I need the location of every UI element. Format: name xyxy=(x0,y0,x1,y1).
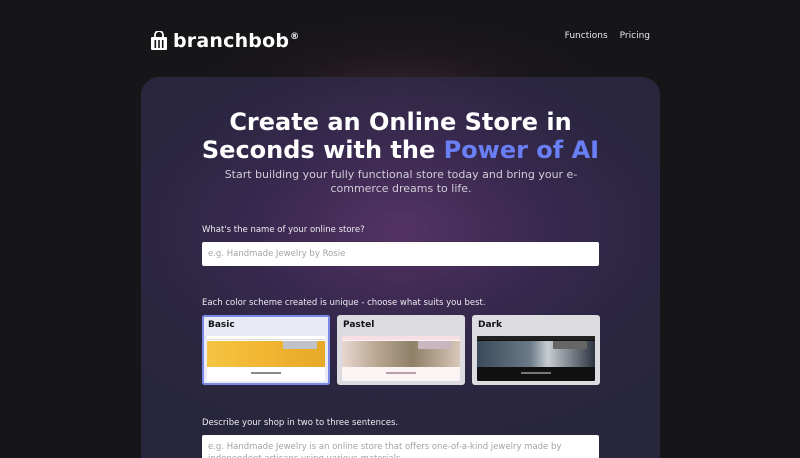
hero-subtitle: Start building your fully functional sto… xyxy=(224,168,578,195)
hero-title-line1: Create an Online Store in xyxy=(229,108,572,136)
landing-page: branchbob® Functions Pricing Create an O… xyxy=(0,0,800,458)
hero-title-accent: Power of AI xyxy=(443,136,600,164)
scheme-name: Dark xyxy=(478,320,502,330)
top-nav: Functions Pricing xyxy=(565,31,650,41)
scheme-option-basic[interactable]: Basic xyxy=(202,315,330,385)
hero-title-line2: Seconds with the xyxy=(201,136,444,164)
nav-functions-link[interactable]: Functions xyxy=(565,31,608,41)
store-name-label: What's the name of your online store? xyxy=(202,225,365,235)
color-scheme-options: Basic Pastel Dark xyxy=(202,315,600,385)
nav-pricing-link[interactable]: Pricing xyxy=(620,31,650,41)
store-name-input[interactable] xyxy=(202,242,599,266)
brand-logo[interactable]: branchbob® xyxy=(150,30,299,52)
description-label: Describe your shop in two to three sente… xyxy=(202,418,399,428)
registered-mark: ® xyxy=(290,32,300,42)
scheme-name: Pastel xyxy=(343,320,375,330)
scheme-option-dark[interactable]: Dark xyxy=(472,315,600,385)
scheme-preview-basic xyxy=(207,336,325,381)
hero-card: Create an Online Store in Seconds with t… xyxy=(141,77,660,458)
scheme-option-pastel[interactable]: Pastel xyxy=(337,315,465,385)
shop-description-textarea[interactable] xyxy=(202,435,599,458)
scheme-preview-pastel xyxy=(342,336,460,381)
shopping-bag-icon xyxy=(151,31,167,50)
hero-title: Create an Online Store in Seconds with t… xyxy=(141,108,660,164)
scheme-preview-dark xyxy=(477,336,595,381)
color-scheme-label: Each color scheme created is unique - ch… xyxy=(202,298,486,308)
brand-name: branchbob® xyxy=(173,30,300,52)
scheme-name: Basic xyxy=(208,320,235,330)
